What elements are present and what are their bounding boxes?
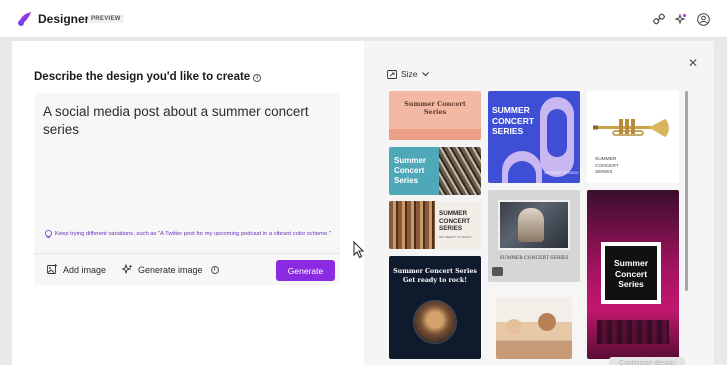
design-title: SUMMER CONCERT SERIES <box>492 105 535 136</box>
design-thumbnail[interactable]: Summer Concert Series <box>587 190 679 359</box>
design-subtitle: Get ready to rock! <box>403 277 467 284</box>
tip-text: Keep trying different variations, such a… <box>55 231 331 237</box>
add-image-icon <box>47 264 57 274</box>
designs-panel: Size ✕ Summer Concert Series Summer Conc… <box>364 41 714 365</box>
user-profile-icon[interactable] <box>694 10 712 28</box>
design-thumbnail[interactable]: Summer Concert Series Get ready to rock! <box>389 256 481 359</box>
design-subtitle: GET READY TO ROCK! <box>439 235 472 239</box>
app-title: Designer <box>38 12 90 26</box>
prompt-actions: Add image Generate image i Generate <box>34 253 340 285</box>
design-thumbnail[interactable]: SUMMER CONCERT SERIES <box>488 190 580 282</box>
generate-image-label: Generate image <box>138 264 203 275</box>
design-thumbnail[interactable]: SUMMER CONCERT SERIES GET READY TO ROCK! <box>488 91 580 183</box>
design-title: Summer Concert Series <box>613 258 648 289</box>
lightbulb-icon <box>45 230 52 238</box>
design-subtitle: GET READY TO ROCK! <box>544 171 579 175</box>
size-label: Size <box>401 69 418 79</box>
design-title: Summer Concert Series <box>404 100 466 116</box>
prompt-heading: Describe the design you'd like to create… <box>34 71 262 83</box>
design-thumbnail[interactable] <box>488 289 580 359</box>
design-thumbnail[interactable]: Summer Concert Series <box>389 147 481 195</box>
mouse-cursor-icon <box>353 241 365 259</box>
prompt-tip: Keep trying different variations, such a… <box>45 230 335 238</box>
chevron-down-icon <box>421 71 429 76</box>
design-thumbnail[interactable]: SUMMER CONCERT SERIES <box>587 91 679 183</box>
design-thumbnail[interactable]: SUMMER CONCERT SERIES GET READY TO ROCK! <box>389 201 481 249</box>
resize-icon <box>387 69 397 79</box>
designer-logo-icon[interactable] <box>16 10 34 28</box>
prompt-textarea[interactable]: A social media post about a summer conce… <box>34 93 340 285</box>
design-thumbnail[interactable]: Summer Concert Series <box>389 91 481 140</box>
share-icon[interactable] <box>650 10 668 28</box>
design-title: SUMMER CONCERT SERIES <box>499 256 569 261</box>
info-icon[interactable]: i <box>210 265 219 274</box>
scrollbar[interactable] <box>685 91 688 291</box>
prompt-heading-text: Describe the design you'd like to create <box>34 71 251 83</box>
sparkle-icon <box>122 264 133 275</box>
add-image-label: Add image <box>63 264 107 275</box>
generate-button[interactable]: Generate <box>276 260 335 281</box>
customize-design-button[interactable]: Customize design <box>609 357 685 365</box>
top-bar: Designer PREVIEW <box>0 0 727 38</box>
add-image-button[interactable]: Add image <box>47 264 106 275</box>
video-icon <box>492 267 503 276</box>
design-title: SUMMER CONCERT SERIES <box>439 210 471 232</box>
prompt-text[interactable]: A social media post about a summer conce… <box>43 103 323 139</box>
trumpet-image <box>593 119 669 137</box>
info-icon[interactable]: i <box>253 74 262 82</box>
premium-spark-icon[interactable] <box>672 10 690 28</box>
preview-badge: PREVIEW <box>88 15 124 23</box>
close-icon[interactable]: ✕ <box>688 56 698 70</box>
size-dropdown[interactable]: Size <box>387 69 429 79</box>
prompt-panel: Describe the design you'd like to create… <box>12 41 364 365</box>
generate-image-button[interactable]: Generate image i <box>122 264 219 275</box>
design-title: Summer Concert Series <box>393 268 477 275</box>
design-title: SUMMER CONCERT SERIES <box>595 157 619 175</box>
design-title: Summer Concert Series <box>394 156 427 185</box>
